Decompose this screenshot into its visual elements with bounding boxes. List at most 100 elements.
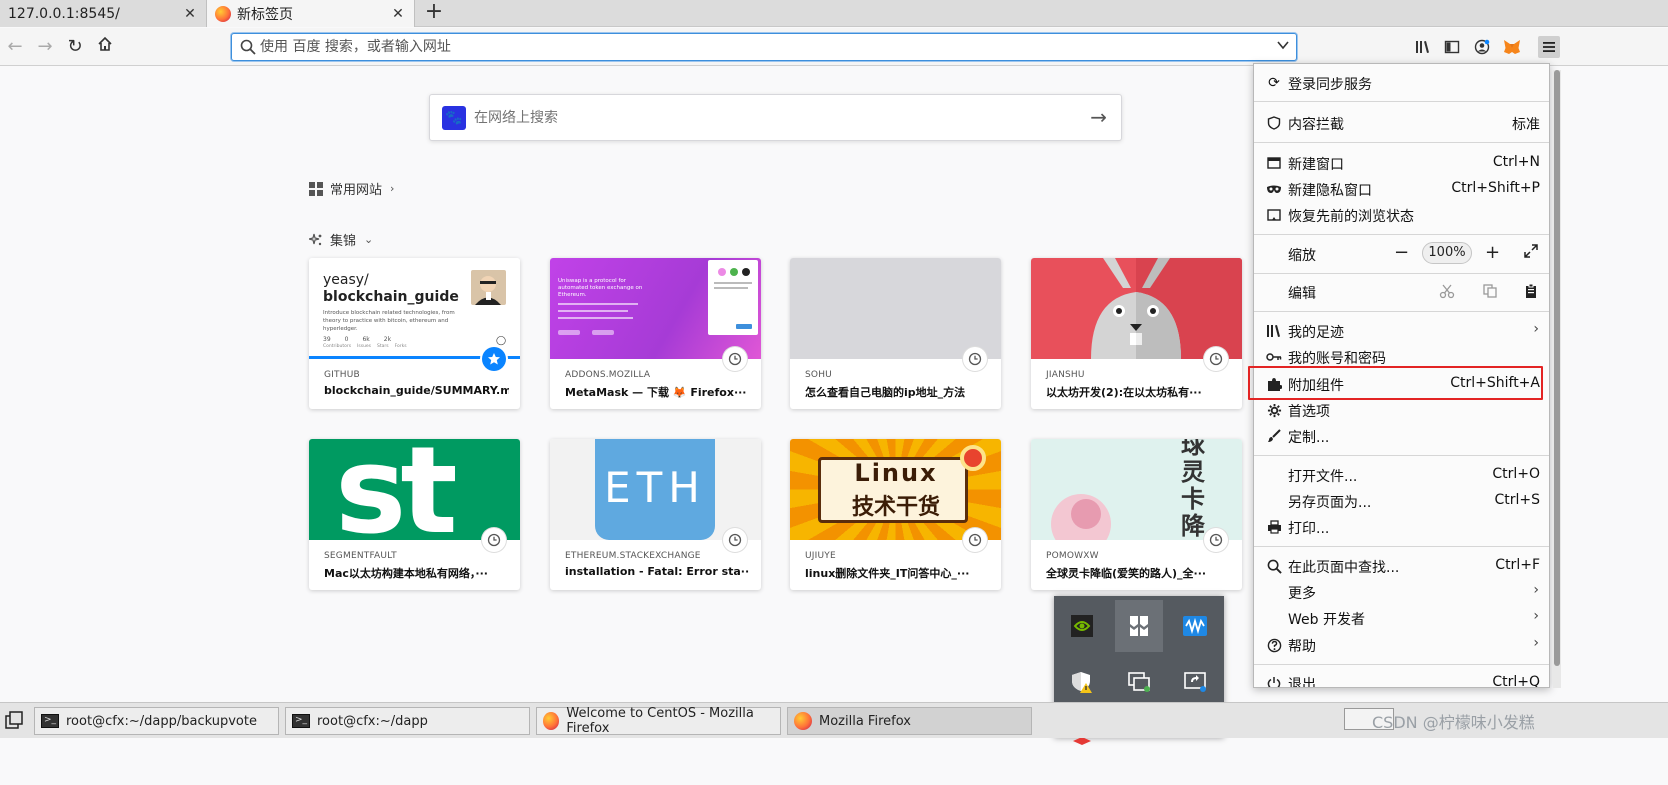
menu-item-library[interactable]: 我的足迹 › [1254, 318, 1549, 344]
card-title: MetaMask — 下载 🦊 Firefox··· [565, 386, 747, 399]
highlight-card-addons[interactable]: Uniswap is a protocol for automated toke… [550, 258, 761, 409]
highlights-header[interactable]: 集锦 ⌄ [309, 230, 373, 249]
card-title: linux删除文件夹_IT问答中心_··· [805, 567, 970, 580]
menu-item-sync[interactable]: ⟳ 登录同步服务 [1254, 70, 1549, 96]
close-icon[interactable]: ✕ [182, 6, 198, 22]
arrow-right-icon[interactable]: → [1090, 105, 1107, 129]
close-icon[interactable]: ✕ [390, 6, 406, 22]
taskbar-item-terminal-backupvote[interactable]: >_ root@cfx:~/dapp/backupvote [34, 707, 279, 735]
highlight-card-sohu[interactable]: SOHU 怎么查看自己电脑的ip地址_方法 [790, 258, 1001, 409]
menu-item-open-file[interactable]: 打开文件... Ctrl+O [1254, 462, 1549, 488]
menu-label: 新建窗口 [1288, 157, 1344, 173]
tab-new-tab[interactable]: 新标签页 ✕ [207, 0, 415, 27]
nav-bar: ← → ↻ [0, 28, 1668, 66]
highlight-card-jianshu[interactable]: JIANSHU 以太坊开发(2):在以太坊私有··· [1031, 258, 1242, 409]
thumb-text: 球灵卡降临 [1181, 439, 1205, 540]
menu-item-restore-session[interactable]: 恢复先前的浏览状态 [1254, 202, 1549, 228]
library-icon[interactable] [1412, 36, 1434, 58]
copy-icon[interactable] [1482, 283, 1498, 299]
content-blocking-level: 标准 [1512, 117, 1540, 133]
stat-label: Forks [394, 344, 407, 349]
menu-item-quit[interactable]: 退出 Ctrl+Q [1254, 670, 1549, 687]
shield-icon [1266, 115, 1282, 131]
card-source: GITHUB [324, 370, 360, 380]
menu-separator [1254, 234, 1549, 235]
card-thumbnail [1031, 258, 1242, 359]
menu-item-find[interactable]: 在此页面中查找... Ctrl+F [1254, 553, 1549, 579]
sparkle-icon [309, 233, 322, 245]
scrollbar-thumb[interactable] [1554, 70, 1560, 666]
menu-item-print[interactable]: 打印... [1254, 514, 1549, 540]
menu-label: 我的足迹 [1288, 325, 1344, 341]
menu-item-web-developer[interactable]: Web 开发者 › [1254, 605, 1549, 631]
metamask-fox-icon[interactable] [1501, 36, 1523, 58]
sidebar-icon[interactable] [1441, 36, 1463, 58]
taskbar-item-firefox-centos[interactable]: Welcome to CentOS - Mozilla Firefox [536, 706, 781, 736]
menu-item-new-window[interactable]: 新建窗口 Ctrl+N [1254, 150, 1549, 176]
back-button[interactable]: ← [4, 36, 26, 58]
menu-item-help[interactable]: 帮助 › [1254, 632, 1549, 658]
open-menu-button[interactable] [1538, 36, 1560, 58]
screen-share-icon[interactable] [1115, 656, 1163, 708]
history-clock-icon [1204, 347, 1228, 371]
url-input[interactable] [260, 37, 1260, 57]
search-icon [1266, 558, 1282, 574]
menu-item-content-blocking[interactable]: 内容拦截 标准 [1254, 110, 1549, 136]
menu-item-options[interactable]: 首选项 [1254, 397, 1549, 423]
card-thumbnail: Linux 技术干货 [790, 439, 1001, 540]
chevron-down-icon[interactable] [1276, 38, 1290, 56]
top-sites-label: 常用网站 [330, 183, 383, 198]
menu-scrollbar[interactable] [1553, 70, 1561, 688]
menu-item-new-private-window[interactable]: 新建隐私窗口 Ctrl+Shift+P [1254, 176, 1549, 202]
printer-icon [1266, 519, 1282, 535]
display-sync-icon[interactable] [1171, 656, 1219, 708]
highlight-card-github[interactable]: yeasy/ blockchain_guide Introduce blockc… [309, 258, 520, 409]
home-button[interactable] [94, 36, 116, 58]
highlight-card-ethereum[interactable]: ETH ETHEREUM.STACKEXCHANGE installation … [550, 439, 761, 590]
key-icon [1266, 349, 1282, 365]
show-desktop-icon[interactable] [5, 711, 23, 729]
web-search-box[interactable]: 🐾 → [429, 94, 1122, 141]
new-tab-button[interactable]: + [422, 1, 446, 25]
card-thumbnail: ETH [550, 439, 761, 540]
stat-label: Stars [377, 344, 389, 349]
tab-localhost[interactable]: 127.0.0.1:8545/ ✕ [0, 0, 207, 27]
card-thumbnail: st [309, 439, 520, 540]
highlight-card-pomowxw[interactable]: 球灵卡降临 POMOWXW 全球灵卡降临(爱笑的路人)_全··· [1031, 439, 1242, 590]
card-thumbnail: 球灵卡降临 [1031, 439, 1242, 540]
zoom-out-button[interactable]: − [1394, 242, 1409, 263]
chevron-right-icon: › [390, 182, 395, 195]
watermark-text: CSDN @柠檬味小发糕 [1372, 713, 1535, 732]
reload-button[interactable]: ↻ [64, 36, 86, 58]
account-icon[interactable] [1471, 36, 1493, 58]
highlight-card-segmentfault[interactable]: st SEGMENTFAULT Mac以太坊构建本地私有网络，··· [309, 439, 520, 590]
sync-icon: ⟳ [1268, 75, 1280, 91]
security-shield-warning-icon[interactable] [1058, 656, 1106, 708]
web-search-input[interactable] [474, 107, 1074, 129]
zoom-in-button[interactable]: + [1485, 242, 1500, 263]
chevron-down-icon: ⌄ [364, 233, 374, 246]
taskbar-item-firefox[interactable]: Mozilla Firefox [787, 707, 1032, 735]
chevron-right-icon: › [1533, 608, 1539, 624]
forward-button[interactable]: → [34, 36, 56, 58]
hamburger-icon [1543, 42, 1555, 52]
card-source: ADDONS.MOZILLA [565, 370, 651, 380]
nvidia-icon[interactable] [1058, 600, 1106, 652]
menu-item-save-page[interactable]: 另存页面为... Ctrl+S [1254, 488, 1549, 514]
menu-item-edit: 编辑 [1254, 279, 1549, 305]
cut-icon[interactable] [1439, 283, 1455, 299]
url-bar[interactable] [231, 33, 1297, 61]
taskbar-item-terminal-dapp[interactable]: >_ root@cfx:~/dapp [285, 707, 530, 735]
audio-wave-icon[interactable] [1171, 600, 1219, 652]
fullscreen-button[interactable] [1524, 242, 1538, 263]
zoom-reset-button[interactable]: 100% [1422, 242, 1472, 264]
addons-highlight-box [1248, 366, 1543, 400]
top-sites-header[interactable]: 常用网站 › [309, 179, 394, 198]
library-icon [1266, 323, 1282, 339]
app-tile-icon[interactable] [1115, 600, 1163, 652]
menu-item-customize[interactable]: 定制... [1254, 423, 1549, 449]
highlight-card-ujiuye[interactable]: Linux 技术干货 UJIUYE linux删除文件夹_IT问答中心_··· [790, 439, 1001, 590]
menu-item-more[interactable]: 更多 › [1254, 579, 1549, 605]
stat-label: Contributors [323, 344, 352, 349]
paste-icon[interactable] [1523, 283, 1539, 299]
